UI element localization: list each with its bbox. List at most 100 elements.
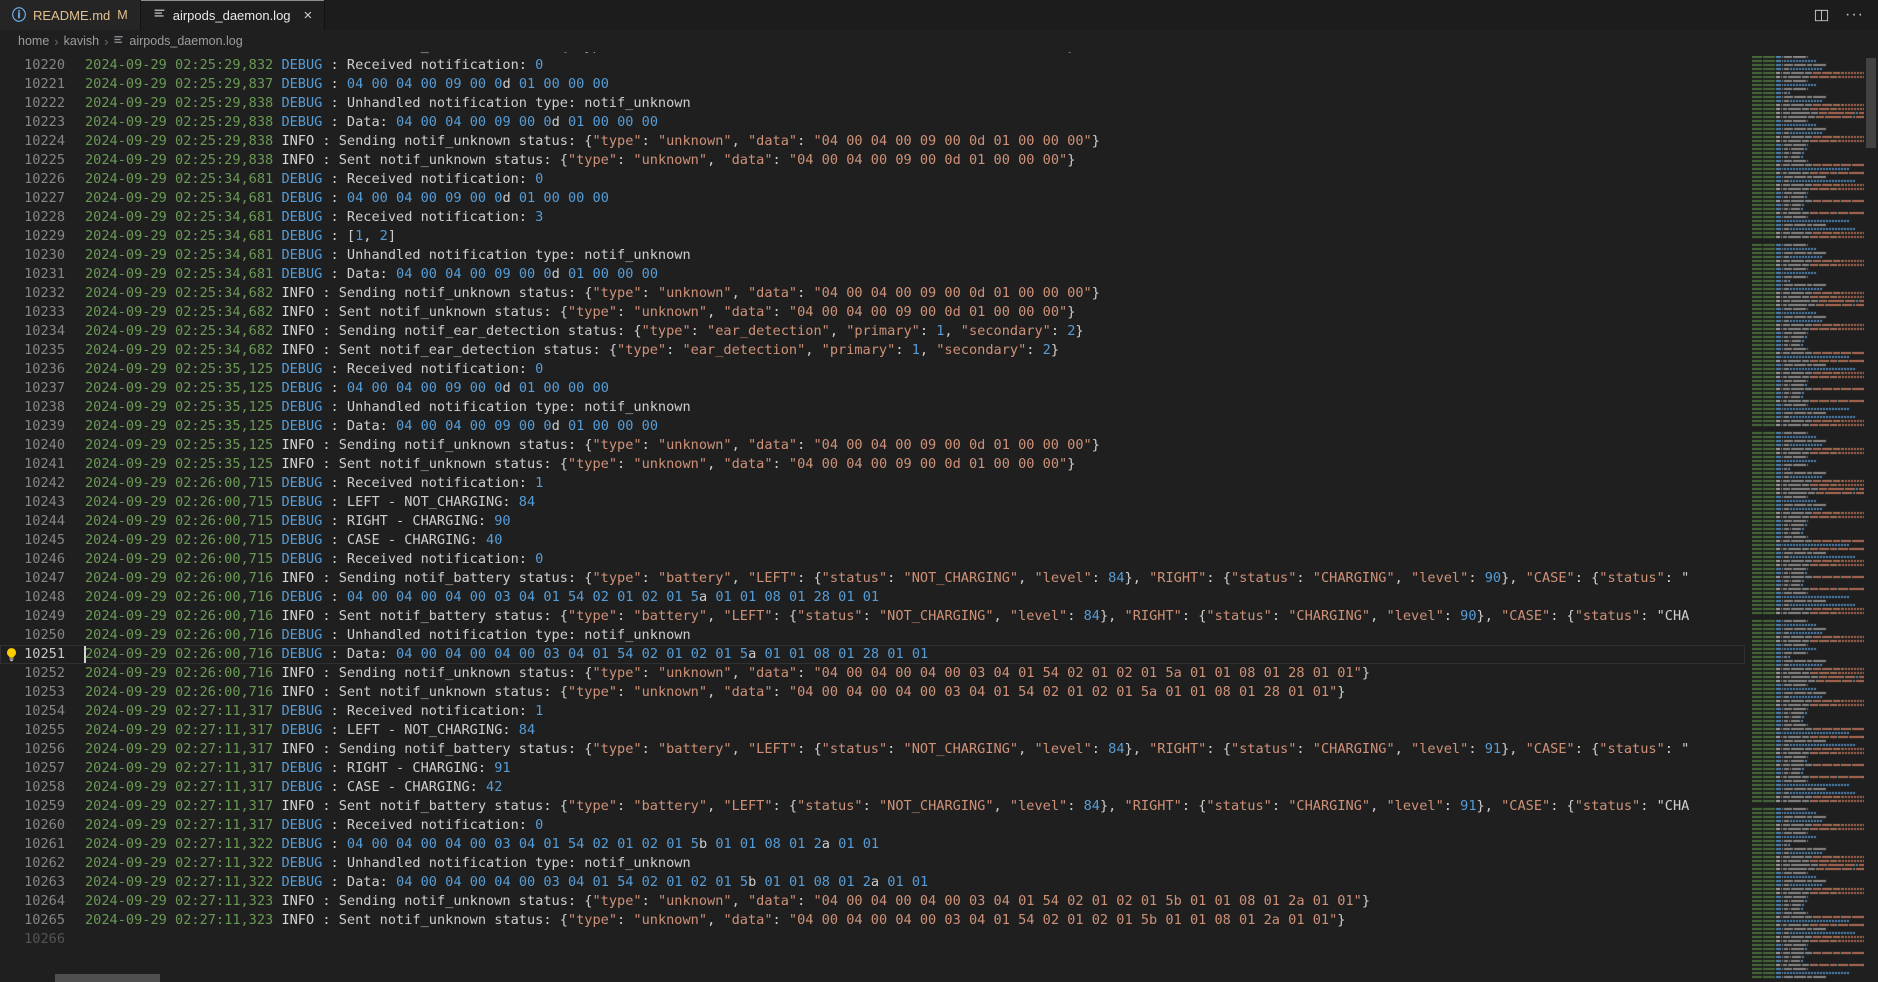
line-content: 2024-09-29 02:25:34,681 DEBUG : 04 00 04… xyxy=(65,189,609,208)
log-line[interactable]: 102562024-09-29 02:27:11,317 INFO : Send… xyxy=(0,740,1745,759)
log-line[interactable]: 102382024-09-29 02:25:35,125 DEBUG : Unh… xyxy=(0,398,1745,417)
lightbulb-icon[interactable] xyxy=(4,647,20,663)
line-content: 2024-09-29 02:25:34,681 DEBUG : Data: 04… xyxy=(65,265,658,284)
editor: 2024-09-29 02:25:29,832 INFO : Sent noti… xyxy=(0,52,1878,982)
log-line[interactable]: 102622024-09-29 02:27:11,322 DEBUG : Unh… xyxy=(0,854,1745,873)
line-number: 10266 xyxy=(0,930,65,949)
line-number: 10221 xyxy=(0,75,65,94)
log-line[interactable]: 102202024-09-29 02:25:29,832 DEBUG : Rec… xyxy=(0,56,1745,75)
log-line[interactable]: 102432024-09-29 02:26:00,715 DEBUG : LEF… xyxy=(0,493,1745,512)
log-line[interactable]: 102602024-09-29 02:27:11,317 DEBUG : Rec… xyxy=(0,816,1745,835)
horizontal-scrollbar-thumb[interactable] xyxy=(55,974,160,982)
log-line[interactable]: 102482024-09-29 02:26:00,716 DEBUG : 04 … xyxy=(0,588,1745,607)
line-number: 10259 xyxy=(0,797,65,816)
log-line[interactable]: 102352024-09-29 02:25:34,682 INFO : Sent… xyxy=(0,341,1745,360)
line-number: 10252 xyxy=(0,664,65,683)
log-line[interactable]: 102592024-09-29 02:27:11,317 INFO : Sent… xyxy=(0,797,1745,816)
code-viewport[interactable]: 2024-09-29 02:25:29,832 INFO : Sent noti… xyxy=(0,52,1745,982)
breadcrumb-item-kavish[interactable]: kavish xyxy=(64,34,99,48)
log-line[interactable]: 102302024-09-29 02:25:34,681 DEBUG : Unh… xyxy=(0,246,1745,265)
line-number: 10235 xyxy=(0,341,65,360)
log-line[interactable]: 102452024-09-29 02:26:00,715 DEBUG : CAS… xyxy=(0,531,1745,550)
line-content: 2024-09-29 02:25:35,125 DEBUG : Unhandle… xyxy=(65,398,691,417)
line-content: 2024-09-29 02:27:11,317 DEBUG : LEFT - N… xyxy=(65,721,535,740)
line-content: 2024-09-29 02:25:29,838 DEBUG : Data: 04… xyxy=(65,113,658,132)
log-line[interactable]: 102322024-09-29 02:25:34,682 INFO : Send… xyxy=(0,284,1745,303)
log-line[interactable]: 102392024-09-29 02:25:35,125 DEBUG : Dat… xyxy=(0,417,1745,436)
log-line[interactable]: 102312024-09-29 02:25:34,681 DEBUG : Dat… xyxy=(0,265,1745,284)
line-number: 10258 xyxy=(0,778,65,797)
line-number: 10243 xyxy=(0,493,65,512)
line-content: 2024-09-29 02:25:29,837 DEBUG : 04 00 04… xyxy=(65,75,609,94)
log-line[interactable]: 102332024-09-29 02:25:34,682 INFO : Sent… xyxy=(0,303,1745,322)
line-content: 2024-09-29 02:27:11,317 DEBUG : Received… xyxy=(65,816,543,835)
split-editor-icon[interactable] xyxy=(1814,8,1829,23)
log-line[interactable]: 102222024-09-29 02:25:29,838 DEBUG : Unh… xyxy=(0,94,1745,113)
line-number: 10253 xyxy=(0,683,65,702)
more-actions-icon[interactable]: ··· xyxy=(1845,6,1864,24)
log-line[interactable]: 102292024-09-29 02:25:34,681 DEBUG : [1,… xyxy=(0,227,1745,246)
log-line[interactable]: 102362024-09-29 02:25:35,125 DEBUG : Rec… xyxy=(0,360,1745,379)
line-number: 10244 xyxy=(0,512,65,531)
line-number: 10231 xyxy=(0,265,65,284)
line-content: 2024-09-29 02:26:00,716 DEBUG : 04 00 04… xyxy=(65,588,879,607)
minimap[interactable] xyxy=(1752,56,1864,980)
line-number: 10223 xyxy=(0,113,65,132)
vertical-scrollbar-thumb[interactable] xyxy=(1866,58,1876,148)
log-line[interactable]: 102642024-09-29 02:27:11,323 INFO : Send… xyxy=(0,892,1745,911)
log-line[interactable]: 102462024-09-29 02:26:00,715 DEBUG : Rec… xyxy=(0,550,1745,569)
log-line[interactable]: 102502024-09-29 02:26:00,716 DEBUG : Unh… xyxy=(0,626,1745,645)
log-line[interactable]: 102632024-09-29 02:27:11,322 DEBUG : Dat… xyxy=(0,873,1745,892)
line-number: 10245 xyxy=(0,531,65,550)
log-line[interactable]: 102242024-09-29 02:25:29,838 INFO : Send… xyxy=(0,132,1745,151)
log-line[interactable]: 102232024-09-29 02:25:29,838 DEBUG : Dat… xyxy=(0,113,1745,132)
log-line[interactable]: 102522024-09-29 02:26:00,716 INFO : Send… xyxy=(0,664,1745,683)
line-content: 2024-09-29 02:25:34,681 DEBUG : Unhandle… xyxy=(65,246,691,265)
line-number: 10246 xyxy=(0,550,65,569)
tab-readme[interactable]: ⓘ README.md M xyxy=(0,0,141,30)
log-line[interactable]: 102422024-09-29 02:26:00,715 DEBUG : Rec… xyxy=(0,474,1745,493)
line-content: 2024-09-29 02:25:34,681 DEBUG : Received… xyxy=(65,208,543,227)
log-line[interactable]: 102252024-09-29 02:25:29,838 INFO : Sent… xyxy=(0,151,1745,170)
line-content: 2024-09-29 02:25:35,125 DEBUG : Data: 04… xyxy=(65,417,658,436)
log-line[interactable]: 102582024-09-29 02:27:11,317 DEBUG : CAS… xyxy=(0,778,1745,797)
line-content: 2024-09-29 02:26:00,716 INFO : Sent noti… xyxy=(65,607,1689,626)
close-tab-icon[interactable]: × xyxy=(304,7,313,24)
log-line[interactable]: 102262024-09-29 02:25:34,681 DEBUG : Rec… xyxy=(0,170,1745,189)
log-line[interactable]: 102492024-09-29 02:26:00,716 INFO : Sent… xyxy=(0,607,1745,626)
log-line[interactable]: 102512024-09-29 02:26:00,716 DEBUG : Dat… xyxy=(0,645,1745,664)
log-line[interactable]: 102472024-09-29 02:26:00,716 INFO : Send… xyxy=(0,569,1745,588)
log-file-icon xyxy=(113,34,124,48)
tab-airpods-daemon-log[interactable]: airpods_daemon.log × xyxy=(141,0,326,30)
log-line[interactable]: 102372024-09-29 02:25:35,125 DEBUG : 04 … xyxy=(0,379,1745,398)
log-line[interactable]: 102612024-09-29 02:27:11,322 DEBUG : 04 … xyxy=(0,835,1745,854)
log-line[interactable]: 10266 xyxy=(0,930,1745,949)
line-number: 10228 xyxy=(0,208,65,227)
breadcrumb-item-airpods_daemon.log[interactable]: airpods_daemon.log xyxy=(129,34,242,48)
log-line[interactable]: 102542024-09-29 02:27:11,317 DEBUG : Rec… xyxy=(0,702,1745,721)
line-content: 2024-09-29 02:26:00,715 DEBUG : CASE - C… xyxy=(65,531,502,550)
line-number: 10250 xyxy=(0,626,65,645)
log-line[interactable]: 102652024-09-29 02:27:11,323 INFO : Sent… xyxy=(0,911,1745,930)
log-line[interactable]: 102402024-09-29 02:25:35,125 INFO : Send… xyxy=(0,436,1745,455)
log-line[interactable]: 102282024-09-29 02:25:34,681 DEBUG : Rec… xyxy=(0,208,1745,227)
log-line[interactable]: 102342024-09-29 02:25:34,682 INFO : Send… xyxy=(0,322,1745,341)
log-line[interactable]: 102532024-09-29 02:26:00,716 INFO : Sent… xyxy=(0,683,1745,702)
line-content: 2024-09-29 02:25:34,682 INFO : Sent noti… xyxy=(65,303,1075,322)
log-line[interactable]: 102442024-09-29 02:26:00,715 DEBUG : RIG… xyxy=(0,512,1745,531)
line-number: 10240 xyxy=(0,436,65,455)
line-content: 2024-09-29 02:25:29,838 INFO : Sent noti… xyxy=(65,151,1075,170)
log-line[interactable]: 102272024-09-29 02:25:34,681 DEBUG : 04 … xyxy=(0,189,1745,208)
line-content: 2024-09-29 02:26:00,716 DEBUG : Unhandle… xyxy=(65,626,691,645)
log-line[interactable]: 102552024-09-29 02:27:11,317 DEBUG : LEF… xyxy=(0,721,1745,740)
breadcrumb-item-home[interactable]: home xyxy=(18,34,49,48)
line-number: 10230 xyxy=(0,246,65,265)
line-content: 2024-09-29 02:27:11,317 DEBUG : Received… xyxy=(65,702,543,721)
line-number: 10255 xyxy=(0,721,65,740)
line-number: 10262 xyxy=(0,854,65,873)
log-line[interactable]: 102212024-09-29 02:25:29,837 DEBUG : 04 … xyxy=(0,75,1745,94)
line-content: 2024-09-29 02:27:11,317 INFO : Sent noti… xyxy=(65,797,1689,816)
line-content: 2024-09-29 02:25:29,832 DEBUG : Received… xyxy=(65,56,543,75)
log-line[interactable]: 102572024-09-29 02:27:11,317 DEBUG : RIG… xyxy=(0,759,1745,778)
log-line[interactable]: 102412024-09-29 02:25:35,125 INFO : Sent… xyxy=(0,455,1745,474)
